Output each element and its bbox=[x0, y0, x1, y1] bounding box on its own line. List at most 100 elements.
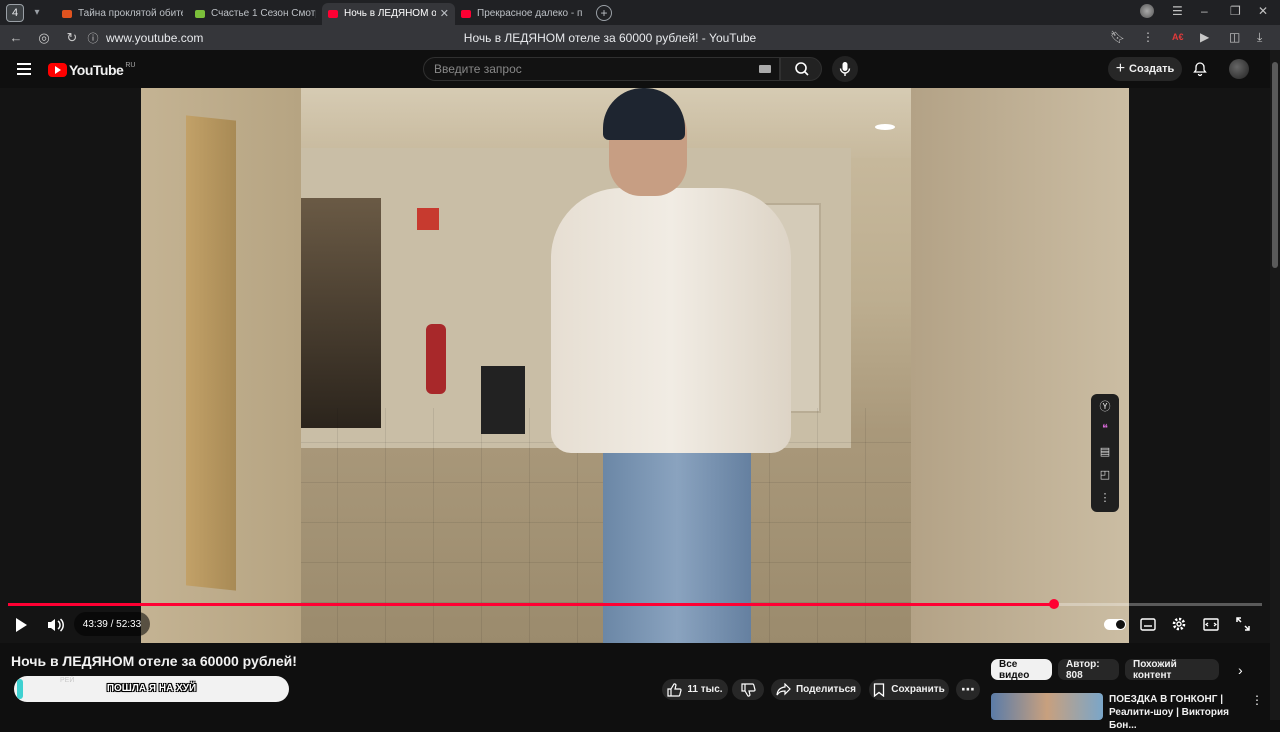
thumbs-up-icon bbox=[667, 682, 683, 697]
download-icon[interactable]: ⤓ bbox=[1257, 30, 1262, 45]
bookmark-icon[interactable]: 🔖︎ bbox=[1110, 30, 1125, 44]
address-bar: ← ◎ ↻ ⓘ www.youtube.com Ночь в ЛЕДЯНОМ о… bbox=[0, 25, 1280, 50]
video-frame[interactable] bbox=[141, 88, 1129, 643]
recommendation-thumbnail[interactable] bbox=[991, 693, 1103, 720]
profile-avatar-icon[interactable] bbox=[1140, 4, 1154, 18]
browser-tab-2[interactable]: Счастье 1 Сезон Смотреть bbox=[189, 3, 322, 25]
notifications-bell-icon[interactable] bbox=[1192, 61, 1208, 82]
thumbs-down-icon bbox=[740, 682, 756, 697]
back-arrow-icon[interactable]: ← bbox=[2, 30, 30, 45]
picture-in-picture-icon[interactable]: ◰ bbox=[1091, 463, 1119, 486]
scene-trash-bin bbox=[481, 366, 525, 434]
progress-scrubber-handle[interactable] bbox=[1048, 599, 1059, 609]
minimize-icon[interactable]: – bbox=[1201, 4, 1208, 18]
youtube-play-logo-icon bbox=[48, 63, 67, 77]
chip-all-videos[interactable]: Все видео bbox=[991, 659, 1052, 681]
settings-button[interactable] bbox=[1171, 616, 1187, 637]
play-icon bbox=[16, 618, 27, 632]
url-text[interactable]: www.youtube.com bbox=[106, 31, 203, 45]
fullscreen-button[interactable] bbox=[1236, 617, 1250, 636]
subtitles-icon bbox=[1140, 618, 1156, 631]
microphone-icon bbox=[839, 62, 851, 76]
yandex-icon[interactable]: Ⓨ bbox=[1091, 394, 1119, 417]
scene-wooden-door bbox=[186, 115, 236, 591]
extensions-icon[interactable]: ◫ bbox=[1229, 30, 1240, 44]
voice-search-button[interactable] bbox=[832, 56, 858, 82]
theater-mode-icon bbox=[1203, 618, 1219, 631]
share-button[interactable]: Поделиться bbox=[771, 679, 861, 700]
youtube-favicon-icon bbox=[328, 9, 338, 18]
new-tab-button[interactable]: + bbox=[596, 4, 612, 21]
browser-tab-3[interactable]: Ночь в ЛЕДЯНОМ отеле ✕ bbox=[322, 2, 455, 25]
tab-count-badge[interactable]: 4 bbox=[6, 3, 24, 22]
search-input[interactable] bbox=[424, 58, 724, 80]
more-vertical-icon[interactable]: ⋮ bbox=[1091, 486, 1119, 509]
chip-author[interactable]: Автор: 808 bbox=[1058, 659, 1119, 681]
media-play-icon[interactable]: ▶ bbox=[1200, 30, 1209, 44]
browser-tab-bar: 4 ▾ Тайна проклятой обители Счастье 1 Се… bbox=[0, 0, 1280, 25]
hamburger-menu-icon[interactable] bbox=[17, 63, 31, 75]
user-avatar[interactable] bbox=[1229, 59, 1249, 79]
search-box bbox=[423, 57, 780, 81]
tab-favicon-icon bbox=[62, 9, 72, 18]
scene-dark-doorway bbox=[291, 198, 381, 428]
youtube-favicon-icon bbox=[461, 9, 471, 18]
ticker-banner: РЕЙ ПОШЛА Я НА ХУЙ bbox=[14, 676, 289, 702]
chevron-right-icon[interactable]: › bbox=[1238, 662, 1243, 678]
search-button[interactable] bbox=[780, 57, 822, 81]
gear-icon bbox=[1172, 617, 1186, 631]
translate-icon[interactable]: A€ bbox=[1172, 32, 1184, 42]
fullscreen-icon bbox=[1236, 617, 1250, 631]
browser-tab-1[interactable]: Тайна проклятой обители bbox=[56, 3, 189, 25]
time-display: 43:39 / 52:33 bbox=[74, 612, 150, 636]
more-vertical-icon[interactable]: ⋮ bbox=[1251, 693, 1263, 707]
tab-favicon-icon bbox=[195, 9, 205, 18]
chip-related[interactable]: Похожий контент bbox=[1125, 659, 1219, 681]
quote-icon[interactable]: ❝ bbox=[1091, 417, 1119, 440]
youtube-masthead: YouTube RU + Создать bbox=[0, 50, 1270, 88]
create-button[interactable]: + Создать bbox=[1108, 57, 1182, 81]
more-horizontal-icon: ⋯ bbox=[961, 681, 975, 697]
volume-button[interactable] bbox=[47, 617, 65, 638]
close-tab-icon[interactable]: ✕ bbox=[440, 7, 449, 20]
subtitles-button[interactable] bbox=[1140, 618, 1156, 636]
scene-person-jeans bbox=[603, 450, 751, 643]
theater-mode-button[interactable] bbox=[1203, 618, 1219, 636]
search-icon bbox=[795, 62, 809, 76]
volume-icon bbox=[48, 618, 64, 632]
ticker-text: ПОШЛА Я НА ХУЙ bbox=[106, 683, 197, 694]
tab-list-chevron-icon[interactable]: ▾ bbox=[28, 4, 46, 22]
subtitles-icon[interactable]: ▤ bbox=[1091, 440, 1119, 463]
scene-fire-sign bbox=[417, 208, 439, 230]
scene-person-jacket bbox=[551, 188, 791, 453]
youtube-logo[interactable]: YouTube RU bbox=[48, 62, 135, 78]
video-player[interactable]: Ⓨ ❝ ▤ ◰ ⋮ 43:39 / 52:33 bbox=[0, 88, 1270, 643]
menu-lines-icon[interactable]: ☰ bbox=[1172, 4, 1183, 18]
bookmark-icon bbox=[874, 682, 885, 697]
floating-side-toolbar: Ⓨ ❝ ▤ ◰ ⋮ bbox=[1091, 394, 1119, 512]
play-button[interactable] bbox=[14, 617, 28, 638]
site-info-icon[interactable]: ⓘ bbox=[86, 30, 100, 46]
progress-bar[interactable] bbox=[8, 599, 1262, 609]
recommendation-title[interactable]: ПОЕЗДКА В ГОНКОНГ | Реалити-шоу | Виктор… bbox=[1109, 693, 1249, 732]
keyboard-icon[interactable] bbox=[759, 65, 771, 73]
plus-icon: + bbox=[1115, 60, 1126, 77]
save-button[interactable]: Сохранить bbox=[869, 679, 949, 700]
reload-icon[interactable]: ↻ bbox=[58, 30, 86, 46]
close-window-icon[interactable]: ✕ bbox=[1258, 4, 1268, 18]
maximize-icon[interactable]: ❐ bbox=[1230, 4, 1241, 18]
page-scrollbar-thumb[interactable] bbox=[1272, 62, 1278, 268]
more-actions-button[interactable]: ⋯ bbox=[956, 679, 980, 700]
scene-fire-extinguisher bbox=[426, 324, 446, 394]
scene-ceiling-lamp bbox=[875, 124, 895, 130]
video-title: Ночь в ЛЕДЯНОМ отеле за 60000 рублей! bbox=[11, 653, 297, 669]
share-arrow-icon bbox=[776, 683, 791, 696]
progress-played bbox=[8, 603, 1054, 606]
dislike-button[interactable] bbox=[732, 679, 764, 700]
like-button[interactable]: 11 тыс. bbox=[662, 679, 728, 700]
shield-icon[interactable]: ◎ bbox=[30, 30, 58, 46]
more-vertical-icon[interactable]: ⋮ bbox=[1142, 30, 1154, 44]
autoplay-toggle[interactable] bbox=[1104, 619, 1126, 630]
browser-tab-4[interactable]: Прекрасное далеко - песня bbox=[455, 3, 588, 25]
scene-right-wall bbox=[911, 88, 1129, 643]
